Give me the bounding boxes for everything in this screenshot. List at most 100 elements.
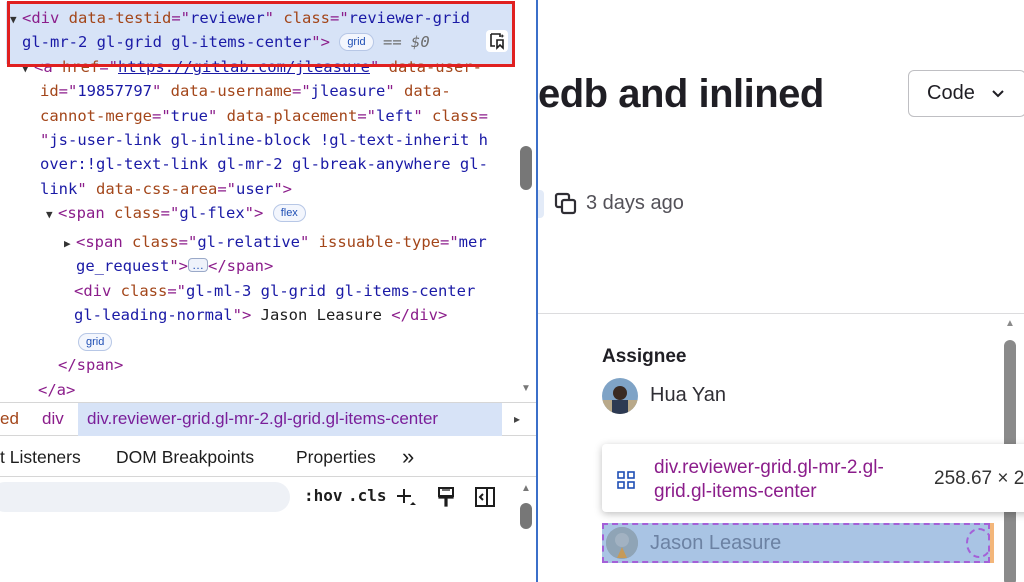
code-token: " [207, 107, 227, 125]
code-token: issuable-type [318, 233, 440, 251]
new-rule-icon[interactable] [394, 486, 418, 513]
tree-line[interactable]: ge_request">… </span> [76, 254, 273, 278]
hov-button[interactable]: :hov [304, 486, 343, 505]
tree-line[interactable]: grid [78, 330, 113, 354]
code-token: " [300, 233, 319, 251]
code-token: </span> [58, 356, 124, 374]
code-token: =" [217, 180, 236, 198]
tree-line[interactable]: </span> [58, 353, 123, 377]
breadcrumb: ed div div.reviewer-grid.gl-mr-2.gl-grid… [0, 402, 536, 436]
code-token: over:!gl-text-link gl-mr-2 gl-break-anyw… [40, 155, 488, 173]
reviewer-name[interactable]: Jason Leasure [650, 532, 781, 555]
tree-line[interactable]: "js-user-link gl-inline-block !gl-text-i… [40, 128, 488, 152]
scroll-up-icon[interactable]: ▲ [1004, 318, 1016, 329]
tree-line[interactable]: ▶ <span class="gl-relative" issuable-type… [64, 230, 487, 256]
tab-event-listeners[interactable]: t Listeners [0, 437, 81, 477]
assignee-name[interactable]: Hua Yan [650, 384, 726, 407]
toggle-sidebar-icon[interactable] [474, 486, 496, 513]
devtools-panel: ▼ <div data-testid="reviewer" class="revi… [0, 0, 536, 582]
breadcrumb-item[interactable]: ed [0, 403, 19, 435]
code-token: cannot-merge [40, 107, 152, 125]
grid-badge[interactable]: grid [78, 333, 113, 351]
code-token: "> [169, 257, 188, 275]
code-token: ge_request [76, 257, 170, 275]
tab-dom-breakpoints[interactable]: DOM Breakpoints [116, 437, 254, 477]
code-token: data-placement [226, 107, 358, 125]
code-token: <div [74, 282, 121, 300]
page-title: edb and inlined [538, 72, 824, 116]
code-token: " [77, 180, 96, 198]
code-token: Jason Leasure [251, 306, 392, 324]
avatar[interactable] [602, 378, 638, 414]
tree-line[interactable]: cannot-merge="true" data-placement="left… [40, 104, 488, 128]
inspect-tooltip: div.reviewer-grid.gl-mr-2.gl-grid.gl-ite… [602, 444, 1024, 512]
code-token: =" [160, 204, 180, 222]
code-token: <span [58, 204, 114, 222]
timestamp: 3 days ago [586, 192, 684, 214]
code-token: gl-ml-3 gl-grid gl-items-center [186, 282, 476, 300]
paint-brush-icon[interactable] [436, 486, 456, 513]
code-token: class [114, 204, 161, 222]
tooltip-selector: div.reviewer-grid.gl-mr-2.gl-grid.gl-ite… [654, 457, 884, 502]
tree-line[interactable]: id="19857797" data-username="jleasure" d… [40, 79, 451, 103]
code-token: js-user-link gl-inline-block !gl-text-in… [49, 131, 488, 149]
code-token: " [152, 82, 171, 100]
code-token: mer [458, 233, 487, 251]
code-token: jleasure [310, 82, 386, 100]
code-token: =" [151, 107, 171, 125]
tree-line[interactable]: ▼ <span class="gl-flex"> flex [46, 201, 306, 227]
filter-input[interactable] [0, 482, 290, 512]
tree-line[interactable]: <div class="gl-ml-3 gl-grid gl-items-cen… [74, 279, 475, 303]
code-token: </div> [391, 306, 448, 324]
elements-scroll-thumb[interactable] [520, 146, 532, 190]
tree-line[interactable]: link" data-css-area="user"> [40, 177, 292, 201]
more-tabs-icon[interactable]: » [402, 437, 414, 477]
code-token: </a> [38, 381, 76, 399]
ellipsis-button[interactable]: … [188, 258, 208, 272]
flex-badge[interactable]: flex [272, 204, 306, 222]
styles-toolbar: :hov .cls [0, 478, 516, 518]
cls-button[interactable]: .cls [348, 486, 387, 505]
code-token: " [385, 82, 404, 100]
code-token: link [40, 180, 78, 198]
breadcrumb-item-active[interactable]: div.reviewer-grid.gl-mr-2.gl-grid.gl-ite… [87, 403, 438, 435]
annotation-outline [7, 1, 515, 67]
code-token: "> [273, 180, 292, 198]
scroll-up-icon[interactable]: ▲ [520, 484, 532, 494]
code-token: id [40, 82, 59, 100]
code-token: true [170, 107, 208, 125]
code-token: class [120, 282, 168, 300]
code-token: =" [357, 107, 376, 125]
code-token: class [132, 233, 179, 251]
code-token: " [40, 131, 50, 149]
code-button-label: Code [927, 82, 975, 104]
code-token: class [431, 107, 479, 125]
scroll-down-icon[interactable]: ▼ [520, 384, 532, 394]
breadcrumb-item[interactable]: div [42, 403, 64, 435]
code-token: =" [178, 233, 198, 251]
code-token: =" [292, 82, 311, 100]
code-token: =" [167, 282, 187, 300]
merge-request-page: edb and inlined Code 3 days ago Assignee… [538, 0, 1024, 582]
code-token: gl-relative [197, 233, 300, 251]
tree-line[interactable]: over:!gl-text-link gl-mr-2 gl-break-anyw… [40, 152, 488, 176]
code-token: =" [58, 82, 78, 100]
inspected-element-overlay: Jason Leasure [602, 523, 992, 563]
code-dropdown-button[interactable]: Code [908, 70, 1024, 117]
tab-properties[interactable]: Properties [296, 437, 376, 477]
ai-assist-icon[interactable] [486, 30, 508, 52]
code-token: "> [232, 306, 252, 324]
collapse-arrow-icon[interactable]: ▼ [46, 203, 58, 227]
styles-scroll-thumb[interactable] [520, 503, 532, 529]
elements-scrollbar[interactable] [516, 0, 536, 402]
tooltip-dimensions: 258.67 × 2 [934, 468, 1024, 489]
assignee-heading: Assignee [602, 346, 687, 367]
copy-icon[interactable] [554, 192, 578, 221]
expand-arrow-icon[interactable]: ▶ [64, 232, 76, 256]
avatar [606, 527, 638, 559]
breadcrumb-scroll-right-icon[interactable]: ▸ [514, 403, 520, 435]
elements-tree[interactable]: ▼ <div data-testid="reviewer" class="revi… [0, 0, 516, 402]
grid-gap-indicator [966, 528, 992, 558]
tree-line[interactable]: </a> [38, 378, 75, 402]
tree-line[interactable]: gl-leading-normal"> Jason Leasure </div> [74, 303, 447, 327]
